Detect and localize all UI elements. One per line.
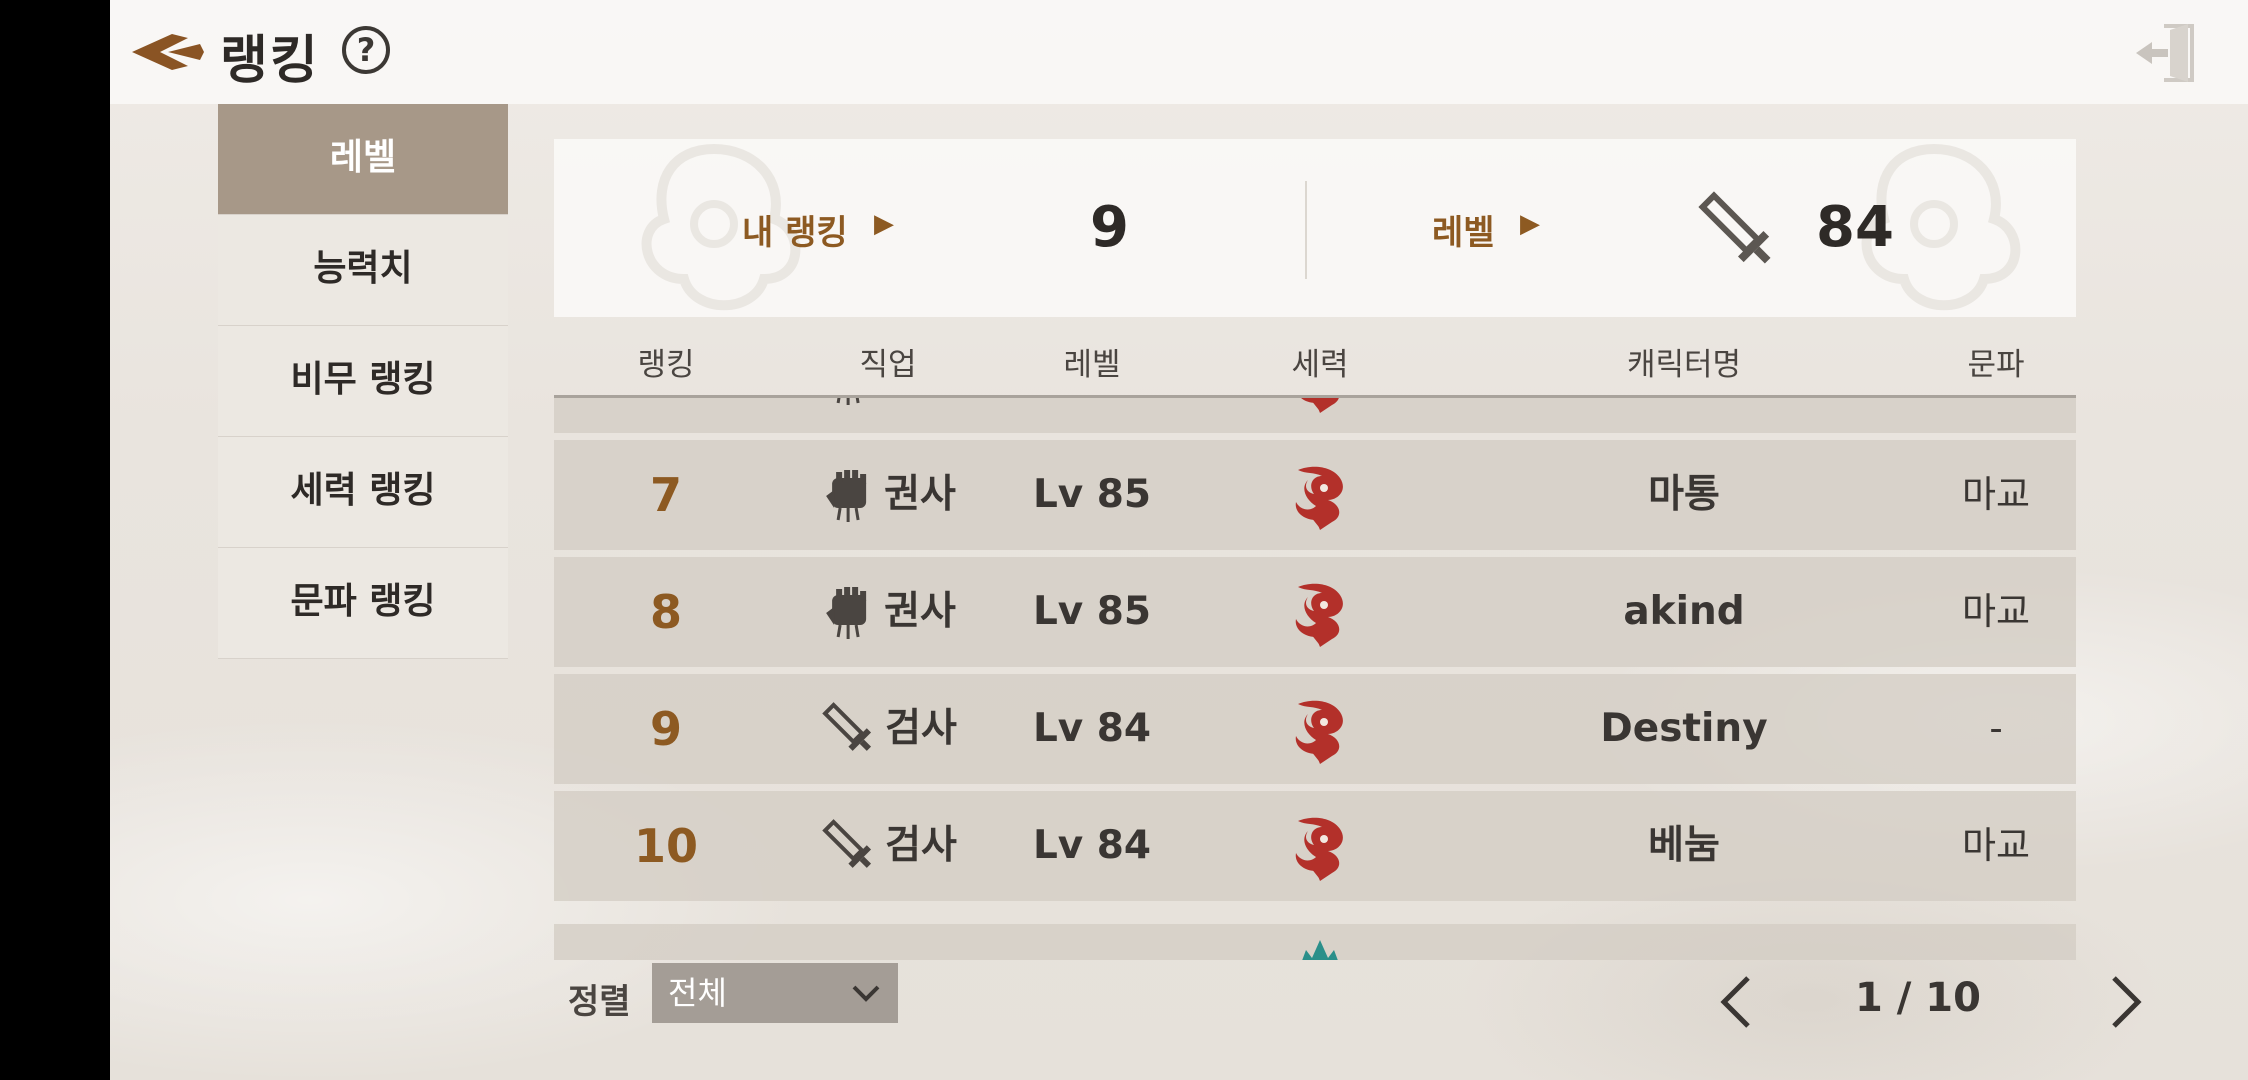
- column-header-job: 직업: [859, 347, 917, 383]
- faction-teal-icon: [1302, 940, 1338, 960]
- job-label: 검사: [885, 823, 957, 868]
- column-header-rank: 랭킹: [637, 347, 695, 383]
- level-cell: Lv 84: [1032, 706, 1152, 751]
- sidebar-item-clan-ranking[interactable]: 문파 랭킹: [218, 548, 508, 659]
- sidebar-item-stats[interactable]: 능력치: [218, 215, 508, 326]
- my-level-label[interactable]: 레벨: [1432, 205, 1495, 254]
- sidebar-item-level[interactable]: 레벨: [218, 104, 508, 215]
- sidebar-item-faction-ranking[interactable]: 세력 랭킹: [218, 437, 508, 548]
- table-row[interactable]: 6 권사 Lv 87 새우옥쉼역세월 곤륜파: [554, 398, 2076, 433]
- job-cell: 권사: [820, 440, 956, 550]
- character-name-cell[interactable]: akind: [1623, 557, 1744, 667]
- clan-cell: 마교: [1961, 824, 2031, 867]
- fist-class-icon: [836, 398, 860, 405]
- column-header-faction: 세력: [1291, 347, 1349, 383]
- fist-class-icon: [826, 587, 867, 639]
- category-sidebar: 레벨 능력치 비무 랭킹 세력 랭킹 문파 랭킹: [218, 104, 508, 659]
- level-cell: Lv 85: [1032, 589, 1152, 634]
- table-row[interactable]: 8 권사 Lv 85 akind 마교: [554, 557, 2076, 667]
- character-name-cell[interactable]: Destiny: [1600, 674, 1767, 784]
- exit-button[interactable]: [2130, 20, 2200, 86]
- faction-red-dragon-icon: [1295, 583, 1343, 647]
- faction-red-dragon-icon: [1295, 700, 1343, 764]
- column-header-level: 레벨: [1063, 347, 1121, 383]
- sword-class-icon: [822, 702, 872, 751]
- job-cell: 검사: [819, 674, 957, 784]
- my-level-value: 84: [1816, 195, 1894, 260]
- back-arrow-icon: [132, 34, 204, 70]
- rank-cell: 9: [649, 702, 683, 756]
- column-header-character-name: 캐릭터명: [1626, 347, 1742, 383]
- job-cell: 권사: [820, 557, 956, 667]
- table-row[interactable]: 7 권사 Lv 85 마통 마교: [554, 440, 2076, 550]
- chevron-right-icon: ▶: [874, 209, 894, 239]
- job-cell: 권사: [820, 398, 956, 433]
- my-rank-label[interactable]: 내 랭킹: [742, 205, 848, 254]
- sort-label: 정렬: [568, 982, 631, 1022]
- rank-cell: 10: [633, 819, 699, 873]
- table-row-partial: [554, 924, 2076, 960]
- faction-red-dragon-icon: [1295, 466, 1343, 530]
- next-page-button[interactable]: [2104, 972, 2148, 1032]
- level-cell: Lv 84: [1032, 823, 1152, 868]
- clan-cell: 마교: [1961, 473, 2031, 516]
- level-cell: Lv 87: [1033, 398, 1151, 433]
- chevron-down-icon: [852, 985, 880, 1002]
- job-label: 검사: [885, 706, 957, 751]
- sidebar-item-duel-ranking[interactable]: 비무 랭킹: [218, 326, 508, 437]
- my-ranking-summary: 내 랭킹 ▶ 9 레벨 ▶ 84: [554, 139, 2076, 317]
- ranking-panel: 내 랭킹 ▶ 9 레벨 ▶ 84 랭킹 직업 레벨 세력 캐릭터명 문파 7 권…: [554, 139, 2076, 960]
- job-cell: 검사: [819, 791, 957, 901]
- sword-class-icon: [1698, 191, 1771, 264]
- clan-cell: 곤륜파: [1945, 398, 2047, 433]
- rank-cell: 6: [650, 398, 682, 433]
- page-indicator: 1 / 10: [1855, 975, 1981, 1021]
- chevron-right-icon: ▶: [1520, 209, 1540, 239]
- character-name-cell[interactable]: 베눔: [1648, 791, 1720, 901]
- page-title: 랭킹: [220, 31, 320, 91]
- back-button[interactable]: [128, 22, 208, 82]
- ranking-list[interactable]: 6권사Lv 87새우옥쉼역세월곤륜파7권사Lv 85마통마교8권사Lv 85ak…: [554, 395, 2076, 960]
- table-row[interactable]: 10 검사 Lv 84 베눔 마교: [554, 791, 2076, 901]
- faction-red-dragon-icon: [1301, 398, 1339, 413]
- exit-door-icon: [2136, 24, 2194, 82]
- job-label: 권사: [884, 589, 956, 634]
- rank-cell: 7: [649, 468, 683, 522]
- ranking-screen: 랭킹 ? 레벨 능력치 비무 랭킹 세력 랭킹 문파 랭킹 내 랭킹 ▶ 9 레…: [110, 0, 2248, 1080]
- prev-page-button[interactable]: [1714, 972, 1758, 1032]
- job-label: 권사: [884, 398, 956, 433]
- table-row[interactable]: 9 검사 Lv 84 Destiny -: [554, 674, 2076, 784]
- column-header-clan: 문파: [1967, 347, 2025, 383]
- character-name-cell[interactable]: 마통: [1648, 440, 1720, 550]
- character-name-cell[interactable]: 새우옥쉼역세월: [1558, 398, 1809, 433]
- sword-class-icon: [822, 819, 872, 868]
- divider: [1305, 181, 1307, 279]
- clan-cell: 마교: [1961, 590, 2031, 633]
- faction-red-dragon-icon: [1295, 817, 1343, 881]
- help-button[interactable]: ?: [342, 26, 390, 74]
- sort-dropdown[interactable]: 전체: [652, 963, 898, 1023]
- job-label: 권사: [884, 472, 956, 517]
- chevron-left-icon: [1720, 976, 1750, 1028]
- sort-selected-value: 전체: [668, 974, 727, 1012]
- table-header: 랭킹 직업 레벨 세력 캐릭터명 문파: [554, 317, 2076, 395]
- level-cell: Lv 85: [1032, 472, 1152, 517]
- chevron-right-icon: [2112, 976, 2142, 1028]
- clan-cell: -: [1989, 707, 2003, 750]
- rank-cell: 8: [649, 585, 683, 639]
- fist-class-icon: [826, 470, 867, 522]
- my-rank-value: 9: [1090, 195, 1129, 260]
- top-bar: 랭킹 ?: [110, 0, 2248, 104]
